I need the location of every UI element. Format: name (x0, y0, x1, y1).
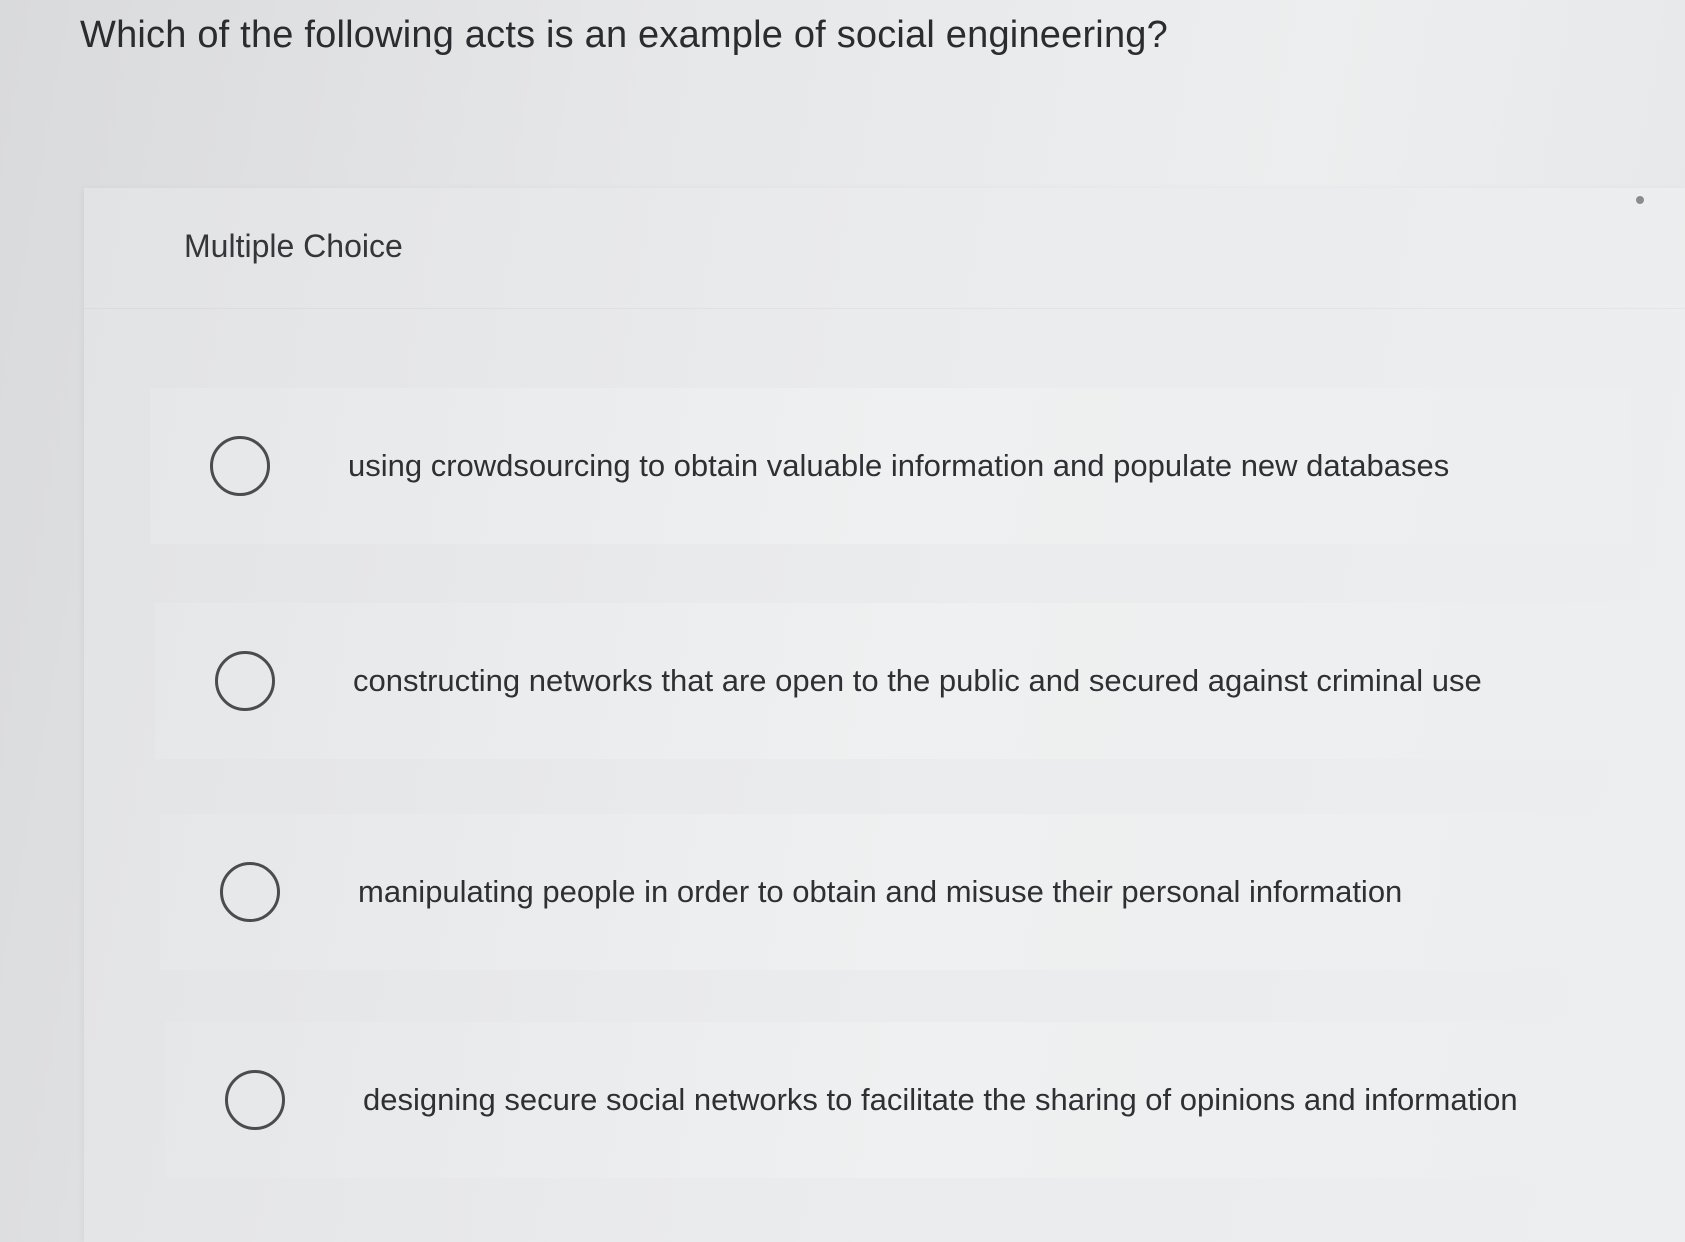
answer-option-label: manipulating people in order to obtain a… (358, 874, 1403, 909)
radio-button-1[interactable] (210, 436, 270, 496)
answer-option-3[interactable]: manipulating people in order to obtain a… (160, 814, 1640, 970)
radio-button-4[interactable] (225, 1070, 285, 1130)
answer-option-1[interactable]: using crowdsourcing to obtain valuable i… (150, 388, 1630, 544)
answer-option-label: designing secure social networks to faci… (363, 1082, 1518, 1117)
screen-dust-dot (1636, 196, 1644, 204)
answer-option-label: constructing networks that are open to t… (353, 663, 1482, 698)
answer-option-label: using crowdsourcing to obtain valuable i… (348, 448, 1450, 483)
question-type-label: Multiple Choice (184, 228, 403, 264)
radio-button-2[interactable] (215, 651, 275, 711)
question-text: Which of the following acts is an exampl… (80, 14, 1168, 56)
panel-divider (84, 308, 1685, 309)
radio-button-3[interactable] (220, 862, 280, 922)
answer-option-4[interactable]: designing secure social networks to faci… (165, 1022, 1645, 1178)
answer-option-2[interactable]: constructing networks that are open to t… (155, 603, 1635, 759)
